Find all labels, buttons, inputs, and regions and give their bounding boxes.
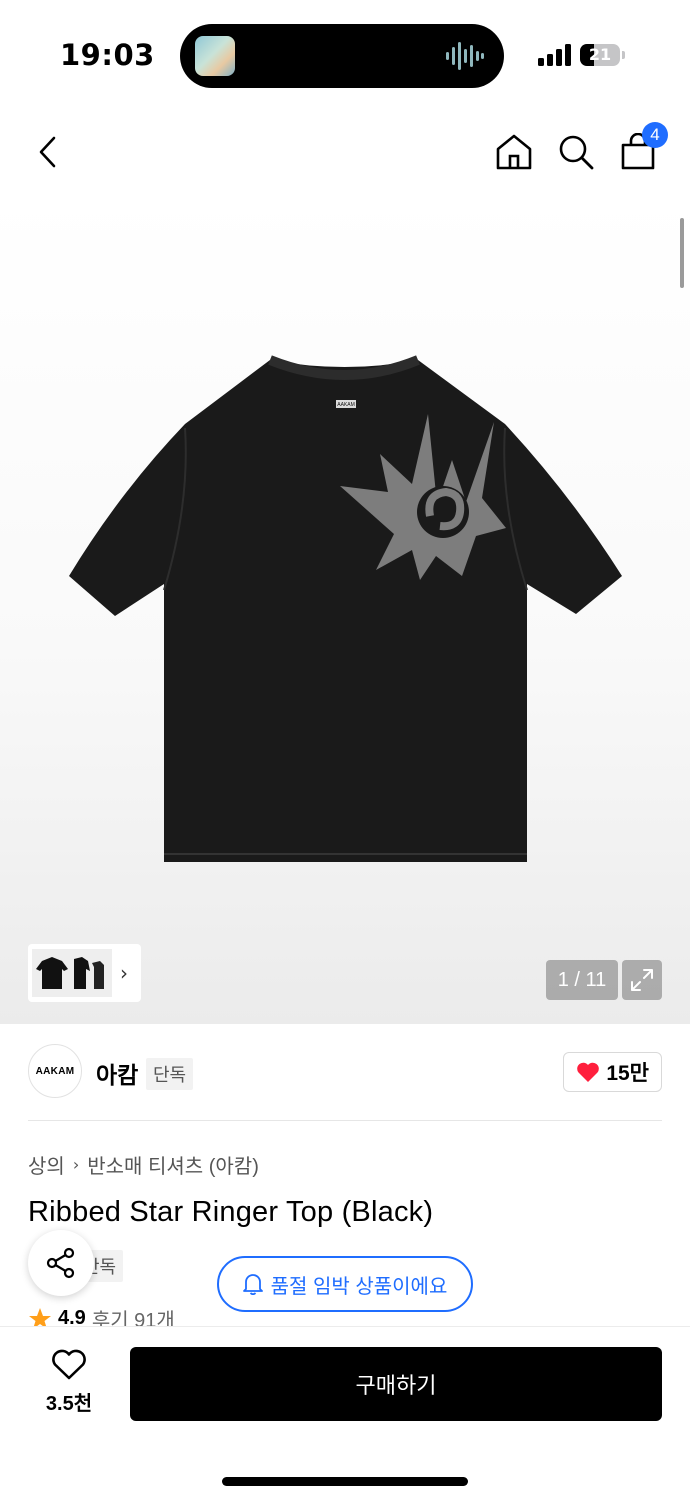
divider bbox=[28, 1120, 662, 1121]
top-navigation: 4 bbox=[0, 110, 690, 194]
scrollbar[interactable] bbox=[680, 218, 684, 288]
heart-filled-icon bbox=[577, 1062, 600, 1082]
dynamic-island[interactable] bbox=[180, 24, 504, 88]
wishlist-count: 3.5천 bbox=[45, 1393, 93, 1415]
bottom-action-bar: 3.5천 구매하기 bbox=[0, 1326, 690, 1500]
thumbnail-strip[interactable]: › bbox=[28, 944, 141, 1002]
breadcrumb: 상의 › 반소매 티셔츠 (아캄) bbox=[28, 1150, 259, 1179]
product-title: Ribbed Star Ringer Top (Black) bbox=[28, 1196, 434, 1228]
brand-logo[interactable]: AAKAM bbox=[28, 1044, 82, 1098]
status-time: 19:03 bbox=[60, 38, 155, 72]
low-stock-text: 품절 임박 상품이에요 bbox=[270, 1275, 448, 1298]
cart-button[interactable]: 4 bbox=[614, 122, 668, 176]
search-button[interactable] bbox=[552, 128, 600, 176]
chevron-right-icon: › bbox=[72, 1155, 80, 1174]
home-button[interactable] bbox=[490, 128, 538, 176]
heart-outline-icon bbox=[52, 1349, 86, 1380]
search-icon bbox=[559, 135, 594, 170]
back-button[interactable] bbox=[24, 128, 72, 176]
thumbnail-image[interactable] bbox=[32, 949, 112, 997]
expand-image-button[interactable] bbox=[622, 960, 662, 1000]
audio-wave-icon bbox=[446, 42, 484, 70]
chevron-left-icon bbox=[39, 136, 56, 168]
product-image-gallery[interactable]: AAKAM › 1 / 11 bbox=[0, 194, 690, 1024]
chevron-right-icon[interactable]: › bbox=[120, 961, 128, 985]
brand-like-button[interactable]: 15만 bbox=[563, 1052, 662, 1092]
home-indicator[interactable] bbox=[222, 1477, 468, 1486]
exclusive-badge: 단독 bbox=[146, 1058, 194, 1090]
breadcrumb-subcategory[interactable]: 반소매 티셔츠 (아캄) bbox=[87, 1150, 259, 1179]
brand-row: AAKAM 아캄 단독 15만 bbox=[28, 1044, 662, 1100]
expand-icon bbox=[631, 969, 653, 991]
product-image-tshirt: AAKAM bbox=[69, 355, 622, 862]
home-icon bbox=[496, 134, 532, 170]
now-playing-artwork bbox=[195, 36, 235, 76]
brand-name[interactable]: 아캄 bbox=[96, 1056, 138, 1090]
cellular-signal-icon bbox=[538, 44, 571, 66]
share-icon bbox=[46, 1247, 75, 1279]
breadcrumb-category[interactable]: 상의 bbox=[28, 1150, 65, 1179]
buy-button[interactable]: 구매하기 bbox=[130, 1347, 662, 1421]
image-counter: 1 / 11 bbox=[546, 960, 618, 1000]
wishlist-button[interactable]: 3.5천 bbox=[34, 1349, 104, 1419]
cart-count-badge: 4 bbox=[642, 122, 668, 148]
tshirt-brand-label: AAKAM bbox=[337, 402, 355, 408]
brand-like-count: 15만 bbox=[606, 1062, 649, 1085]
share-button[interactable] bbox=[28, 1230, 94, 1296]
battery-level: 21 bbox=[588, 45, 612, 64]
bell-icon bbox=[242, 1274, 263, 1295]
low-stock-alert[interactable]: 품절 임박 상품이에요 bbox=[217, 1256, 473, 1312]
battery-icon: 21 bbox=[580, 44, 626, 66]
status-bar: 19:03 21 bbox=[0, 0, 690, 110]
